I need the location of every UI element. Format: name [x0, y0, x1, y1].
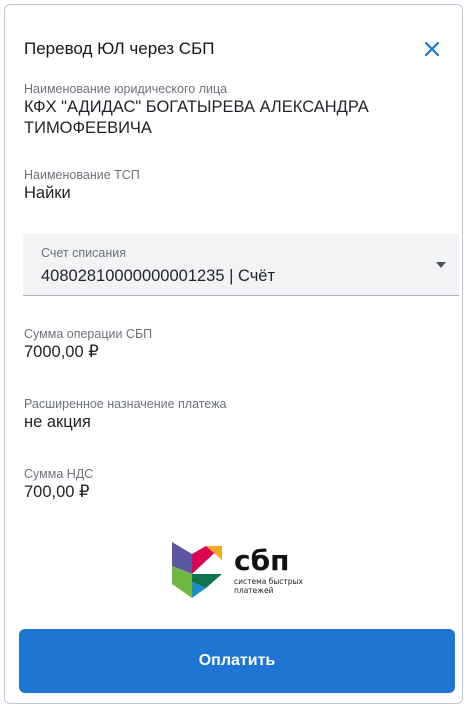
legal-name-field: Наименование юридического лица КФХ "АДИД…: [24, 81, 369, 139]
vat-field: Сумма НДС 700,00 ₽: [24, 466, 93, 503]
sbp-logo-mark: сбп система быстрых платежей: [172, 542, 303, 598]
amount-value: 7000,00 ₽: [24, 343, 99, 361]
caret-down-icon: [436, 262, 446, 268]
legal-name-label: Наименование юридического лица: [24, 82, 228, 96]
legal-name-value-line2: ТИМОФЕЕВИЧА: [24, 119, 152, 137]
purpose-field: Расширенное назначение платежа не акция: [24, 396, 226, 433]
vat-value: 700,00 ₽: [24, 483, 90, 501]
account-value: 40802810000000001235 | Счёт: [41, 267, 276, 285]
tsp-value: Найки: [24, 184, 71, 202]
close-button[interactable]: [420, 37, 444, 61]
sbp-logo: сбп система быстрых платежей: [172, 538, 322, 602]
amount-label: Сумма операции СБП: [24, 327, 153, 341]
purpose-value: не акция: [24, 413, 91, 431]
dialog-header: Перевод ЮЛ через СБП: [24, 39, 444, 65]
sbp-tagline-line1: система быстрых: [234, 577, 303, 586]
sbp-brand: сбп: [234, 544, 290, 577]
tsp-label: Наименование ТСП: [24, 168, 140, 182]
legal-name-value-line1: КФХ "АДИДАС" БОГАТЫРЕВА АЛЕКСАНДРА: [24, 98, 369, 116]
account-select[interactable]: Счет списания 40802810000000001235 | Счё…: [23, 234, 459, 296]
purpose-label: Расширенное назначение платежа: [24, 397, 227, 411]
sbp-tagline-line2: платежей: [234, 586, 274, 595]
pay-button[interactable]: Оплатить: [19, 629, 455, 693]
account-label: Счет списания: [41, 246, 126, 260]
vat-label: Сумма НДС: [24, 467, 94, 481]
tsp-field: Наименование ТСП Найки: [24, 167, 140, 204]
amount-field: Сумма операции СБП 7000,00 ₽: [24, 326, 152, 363]
close-icon: [424, 41, 440, 57]
dialog-title: Перевод ЮЛ через СБП: [24, 39, 215, 58]
payment-dialog: Перевод ЮЛ через СБП Наименование юридич…: [4, 4, 463, 704]
